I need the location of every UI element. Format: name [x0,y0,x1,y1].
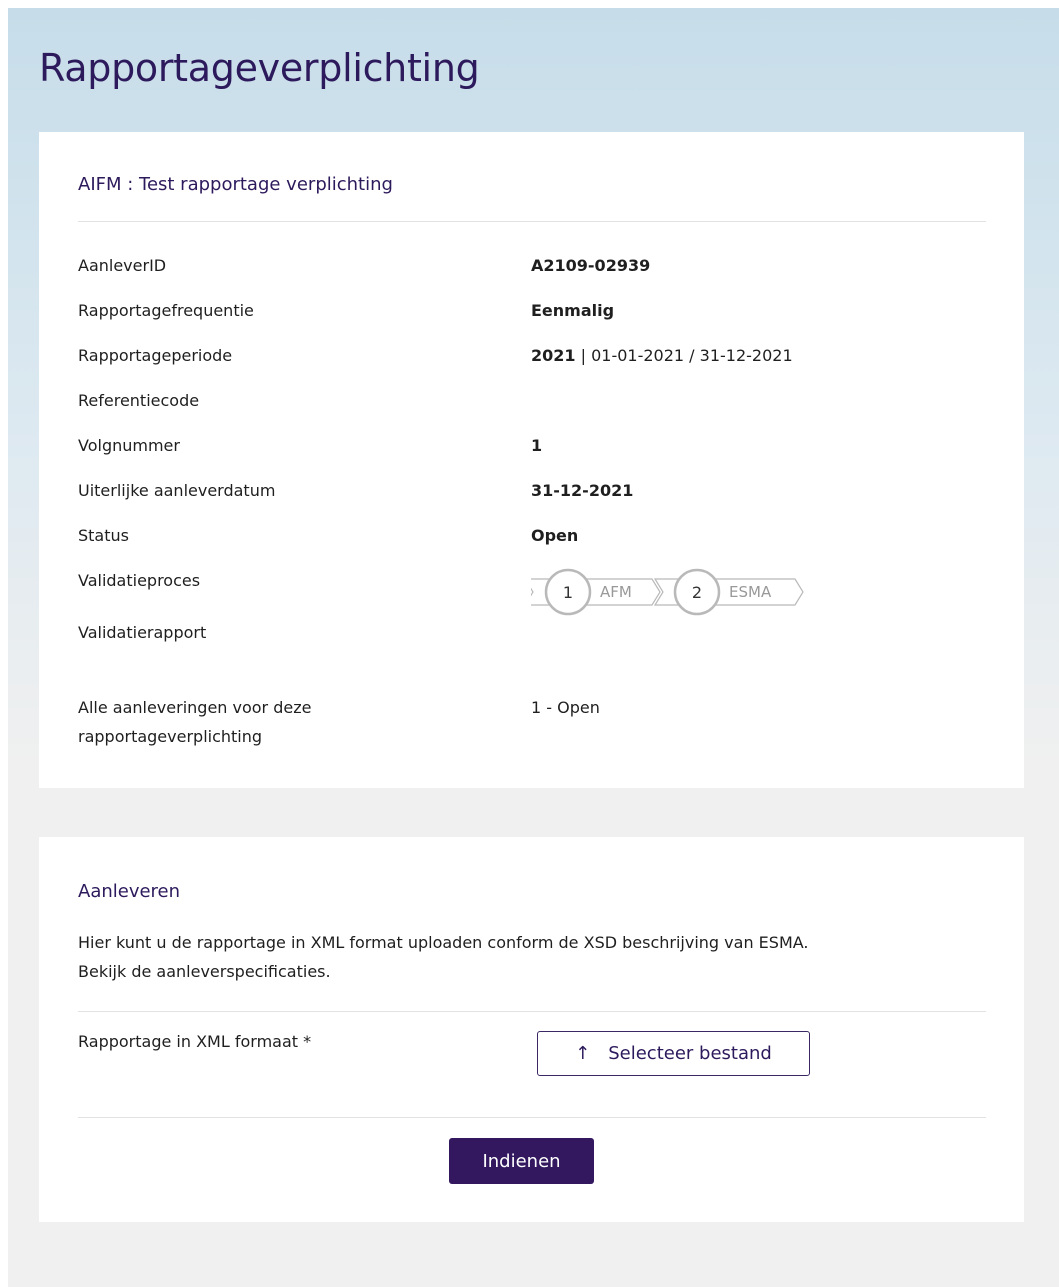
deliveries-value[interactable]: 1 - Open [531,693,600,722]
validation-steps: 1 AFM 2 ESMA [531,566,831,616]
period-year: 2021 [531,346,576,365]
detail-label: Rapportagefrequentie [78,301,254,320]
upload-arrow-icon: ↑ [575,1043,591,1064]
detail-value: 1 [531,436,543,455]
page-background: Rapportageverplichting AIFM : Test rappo… [8,8,1059,1287]
detail-row-validatieproces: Validatieproces 1 AFM 2 ESMA [78,566,986,616]
upload-divider-bottom [78,1117,986,1118]
detail-value: 2021 | 01-01-2021 / 31-12-2021 [531,341,793,370]
detail-label: Rapportageperiode [78,346,233,365]
detail-label: Alle aanleveringen voor deze rapportagev… [78,698,312,746]
step-2-number: 2 [692,583,702,602]
detail-label: Uiterlijke aanleverdatum [78,481,276,500]
detail-label: AanleverID [78,256,167,275]
detail-row-alle-aanleveringen: Alle aanleveringen voor deze rapportagev… [78,693,986,753]
page-title: Rapportageverplichting [39,46,480,90]
validation-steps-graphic: 1 AFM 2 ESMA [531,568,804,616]
step-1-number: 1 [563,583,573,602]
status-value: Open [531,526,579,545]
upload-intro-text: Hier kunt u de rapportage in XML format … [78,933,809,952]
step-1-name: AFM [600,583,632,601]
detail-label: Validatierapport [78,623,207,642]
upload-card: Aanleveren Hier kunt u de rapportage in … [39,837,1024,1222]
detail-value: Eenmalig [531,301,615,320]
detail-label: Validatieproces [78,571,201,590]
detail-label: Volgnummer [78,436,180,455]
file-field-label: Rapportage in XML formaat * [78,1032,312,1051]
details-title: AIFM : Test rapportage verplichting [78,174,393,195]
detail-value: A2109-02939 [531,256,651,275]
upload-divider-top [78,1011,986,1012]
submit-button[interactable]: Indienen [449,1138,594,1184]
select-file-label: Selecteer bestand [608,1043,772,1064]
upload-intro: Hier kunt u de rapportage in XML format … [78,928,809,986]
details-card: AIFM : Test rapportage verplichting Aanl… [39,132,1024,788]
details-divider [78,221,986,222]
specifications-link[interactable]: Bekijk de aanleverspecificaties. [78,957,809,986]
detail-label: Status [78,526,129,545]
select-file-button[interactable]: ↑ Selecteer bestand [537,1031,810,1076]
upload-title: Aanleveren [78,881,181,902]
period-range: | 01-01-2021 / 31-12-2021 [575,346,793,365]
detail-label: Referentiecode [78,391,200,410]
step-2-name: ESMA [729,583,772,601]
detail-value: 31-12-2021 [531,481,634,500]
